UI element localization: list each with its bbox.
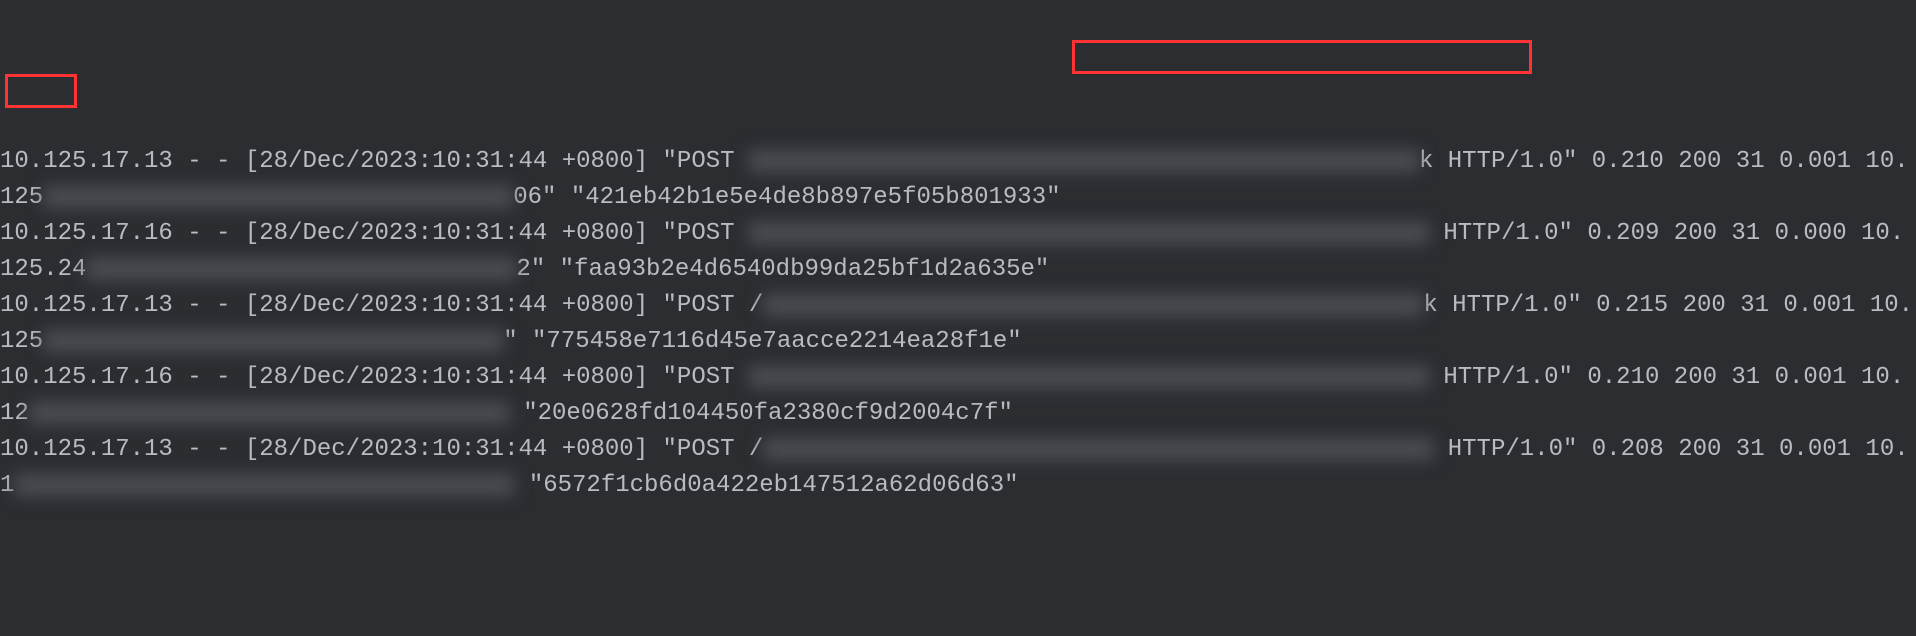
log-ip: 10.125.17.13 [0,148,173,175]
redacted-url: x [749,150,1419,172]
redacted-url: x [763,294,1423,316]
log-protocol: HTTP/1.0" [1429,364,1573,391]
log-protocol: HTTP/1.0" [1433,436,1577,463]
redacted-url: x [749,366,1429,388]
log-hash: "20e0628fd104450fa2380cf9d2004c7f" [523,400,1013,427]
log-protocol: HTTP/1.0" [1438,292,1582,319]
log-ip: 10.125.17.13 [0,292,173,319]
log-line: 10.125.17.16 - - [28/Dec/2023:10:31:44 +… [0,360,1916,432]
log-hash: "775458e7116d45e7aacce2214ea28f1e" [532,328,1022,355]
redacted-field: x [43,186,513,208]
log-method: "POST [663,148,749,175]
log-line: 10.125.17.13 - - [28/Dec/2023:10:31:44 +… [0,144,1916,216]
log-timestamp: [28/Dec/2023:10:31:44 +0800] [245,292,648,319]
log-line: 10.125.17.16 - - [28/Dec/2023:10:31:44 +… [0,216,1916,288]
redacted-field: x [14,474,514,496]
log-ip: 10.125.17.16 [0,220,173,247]
redacted-field: x [43,330,503,352]
log-timestamp: [28/Dec/2023:10:31:44 +0800] [245,436,648,463]
log-protocol: HTTP/1.0" [1433,148,1577,175]
log-line: 10.125.17.13 - - [28/Dec/2023:10:31:44 +… [0,432,1916,504]
log-ip: 10.125.17.16 [0,364,173,391]
log-method: "POST [663,364,749,391]
redacted-field: x [29,402,509,424]
redacted-url: x [763,438,1433,460]
log-protocol: HTTP/1.0" [1429,220,1573,247]
log-timestamp: [28/Dec/2023:10:31:44 +0800] [245,220,648,247]
redacted-field: x [86,258,516,280]
log-hash: "421eb42b1e5e4de8b897e5f05b801933" [571,184,1061,211]
redacted-url: x [749,222,1429,244]
log-ip: 10.125.17.13 [0,436,173,463]
log-method: "POST [663,220,749,247]
highlight-annotation-2 [5,74,77,108]
log-method: "POST / [663,436,764,463]
log-timestamp: [28/Dec/2023:10:31:44 +0800] [245,148,648,175]
log-hash: "6572f1cb6d0a422eb147512a62d06d63" [529,472,1019,499]
log-hash: "faa93b2e4d6540db99da25bf1d2a635e" [560,256,1050,283]
log-output: 10.125.17.13 - - [28/Dec/2023:10:31:44 +… [0,0,1916,540]
log-timestamp: [28/Dec/2023:10:31:44 +0800] [245,364,648,391]
highlight-annotation-1 [1072,40,1532,74]
log-line: 10.125.17.13 - - [28/Dec/2023:10:31:44 +… [0,288,1916,360]
log-method: "POST / [663,292,764,319]
